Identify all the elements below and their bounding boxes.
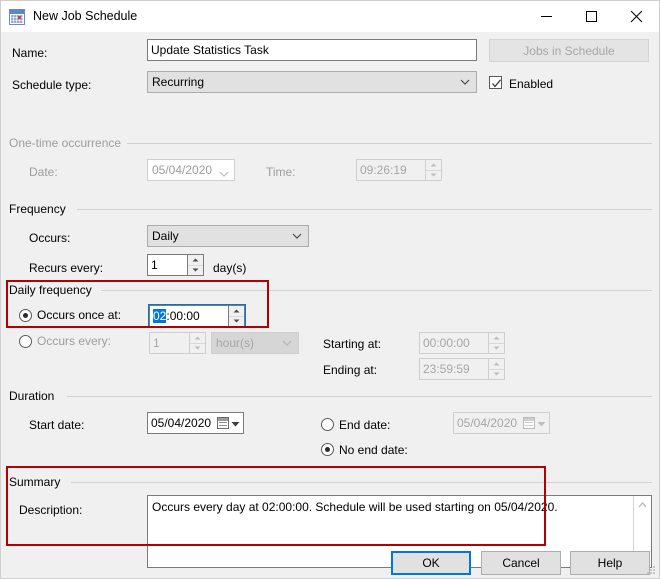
chevron-down-icon	[460, 72, 470, 92]
enabled-label: Enabled	[509, 77, 553, 91]
chevron-down-icon	[537, 416, 546, 430]
occurs-every-unit-value: hour(s)	[216, 333, 254, 353]
calendar-icon	[217, 417, 229, 429]
recurs-every-unit: day(s)	[213, 261, 246, 275]
occurs-once-radio[interactable]	[19, 309, 32, 322]
spin-up-icon[interactable]	[229, 306, 244, 317]
start-date-picker[interactable]: 05/04/2020	[147, 412, 244, 434]
recurs-every-stepper[interactable]: 1	[147, 254, 204, 276]
chevron-down-icon	[219, 164, 229, 184]
minimize-icon[interactable]	[524, 1, 569, 32]
close-icon[interactable]	[614, 1, 659, 32]
one-time-occurrence-group-label: One-time occurrence	[9, 136, 126, 150]
occurs-once-time-spin-buttons[interactable]	[228, 305, 245, 327]
ending-at-stepper[interactable]: 23:59:59	[419, 358, 505, 380]
enabled-checkbox[interactable]	[489, 76, 502, 89]
end-date-label: End date:	[339, 418, 390, 432]
description-value: Occurs every day at 02:00:00. Schedule w…	[148, 496, 651, 518]
one-time-date-input[interactable]: 05/04/2020	[147, 159, 235, 181]
resize-grip[interactable]	[646, 565, 656, 575]
name-label: Name:	[12, 46, 47, 60]
title-bar: New Job Schedule	[1, 1, 659, 32]
starting-at-label: Starting at:	[323, 337, 381, 351]
chevron-down-icon	[282, 333, 292, 353]
spin-down-icon[interactable]	[190, 344, 205, 354]
calendar-icon	[523, 417, 535, 429]
description-label: Description:	[19, 503, 82, 517]
one-time-date-label: Date:	[29, 165, 58, 179]
dialog-body: Name: Update Statistics Task Jobs in Sch…	[1, 32, 659, 578]
scroll-up-icon[interactable]	[634, 496, 651, 513]
summary-group-label: Summary	[9, 475, 65, 489]
jobs-in-schedule-button[interactable]: Jobs in Schedule	[489, 39, 649, 62]
one-time-time-stepper[interactable]: 09:26:19	[356, 159, 442, 181]
frequency-group-label: Frequency	[9, 202, 71, 216]
one-time-date-value: 05/04/2020	[152, 163, 212, 177]
schedule-type-label: Schedule type:	[12, 78, 91, 92]
ending-at-label: Ending at:	[323, 363, 377, 377]
occurs-once-label: Occurs once at:	[37, 308, 121, 322]
occurs-every-value: 1	[149, 332, 189, 354]
starting-at-value: 00:00:00	[419, 332, 488, 354]
one-time-time-label: Time:	[266, 165, 296, 179]
spin-up-icon[interactable]	[188, 255, 203, 266]
spin-down-icon[interactable]	[188, 266, 203, 276]
maximize-icon[interactable]	[569, 1, 614, 32]
window-title: New Job Schedule	[33, 1, 137, 32]
occurs-label: Occurs:	[29, 231, 70, 245]
occurs-select[interactable]: Daily	[147, 225, 309, 247]
spin-up-icon[interactable]	[489, 333, 504, 344]
spin-up-icon[interactable]	[190, 333, 205, 344]
end-date-picker[interactable]: 05/04/2020	[453, 412, 550, 434]
no-end-date-radio[interactable]	[321, 443, 334, 456]
schedule-type-value: Recurring	[152, 72, 204, 92]
schedule-type-select[interactable]: Recurring	[147, 71, 477, 93]
chevron-down-icon	[231, 416, 240, 430]
duration-group-label: Duration	[9, 389, 59, 403]
recurs-every-spin-buttons[interactable]	[187, 254, 204, 276]
starting-at-spin-buttons[interactable]	[488, 332, 505, 354]
start-date-value: 05/04/2020	[151, 416, 213, 430]
occurs-every-label: Occurs every:	[37, 334, 111, 348]
help-button[interactable]: Help	[570, 551, 650, 575]
spin-down-icon[interactable]	[489, 344, 504, 354]
start-date-label: Start date:	[29, 418, 84, 432]
recurs-every-value: 1	[147, 254, 187, 276]
occurs-once-time-selected-part: 02	[153, 309, 166, 323]
spin-down-icon[interactable]	[489, 370, 504, 380]
spin-up-icon[interactable]	[426, 160, 441, 171]
occurs-once-time-value: 02:00:00	[149, 305, 228, 327]
spin-up-icon[interactable]	[489, 359, 504, 370]
starting-at-stepper[interactable]: 00:00:00	[419, 332, 505, 354]
occurs-once-time-rest: :00:00	[166, 309, 199, 323]
occurs-every-unit-select[interactable]: hour(s)	[211, 332, 299, 354]
spin-down-icon[interactable]	[426, 171, 441, 181]
occurs-every-stepper[interactable]: 1	[149, 332, 206, 354]
schedule-calendar-icon	[9, 9, 25, 25]
occurs-once-time-stepper[interactable]: 02:00:00	[149, 305, 245, 327]
chevron-down-icon	[292, 226, 302, 246]
name-input[interactable]: Update Statistics Task	[147, 39, 477, 61]
occurs-every-spin-buttons[interactable]	[189, 332, 206, 354]
end-date-radio[interactable]	[321, 418, 334, 431]
end-date-value: 05/04/2020	[457, 416, 519, 430]
recurs-every-label: Recurs every:	[29, 261, 103, 275]
ok-button[interactable]: OK	[391, 551, 471, 575]
occurs-value: Daily	[152, 226, 179, 246]
ending-at-value: 23:59:59	[419, 358, 488, 380]
one-time-time-value: 09:26:19	[356, 159, 425, 181]
new-job-schedule-dialog: New Job Schedule Name: Update Statistics…	[0, 0, 660, 579]
ending-at-spin-buttons[interactable]	[488, 358, 505, 380]
daily-frequency-group-label: Daily frequency	[9, 283, 97, 297]
no-end-date-label: No end date:	[339, 443, 408, 457]
one-time-time-spin-buttons[interactable]	[425, 159, 442, 181]
cancel-button[interactable]: Cancel	[481, 551, 561, 575]
spin-down-icon[interactable]	[229, 317, 244, 327]
window-controls	[524, 1, 659, 32]
occurs-every-radio[interactable]	[19, 335, 32, 348]
